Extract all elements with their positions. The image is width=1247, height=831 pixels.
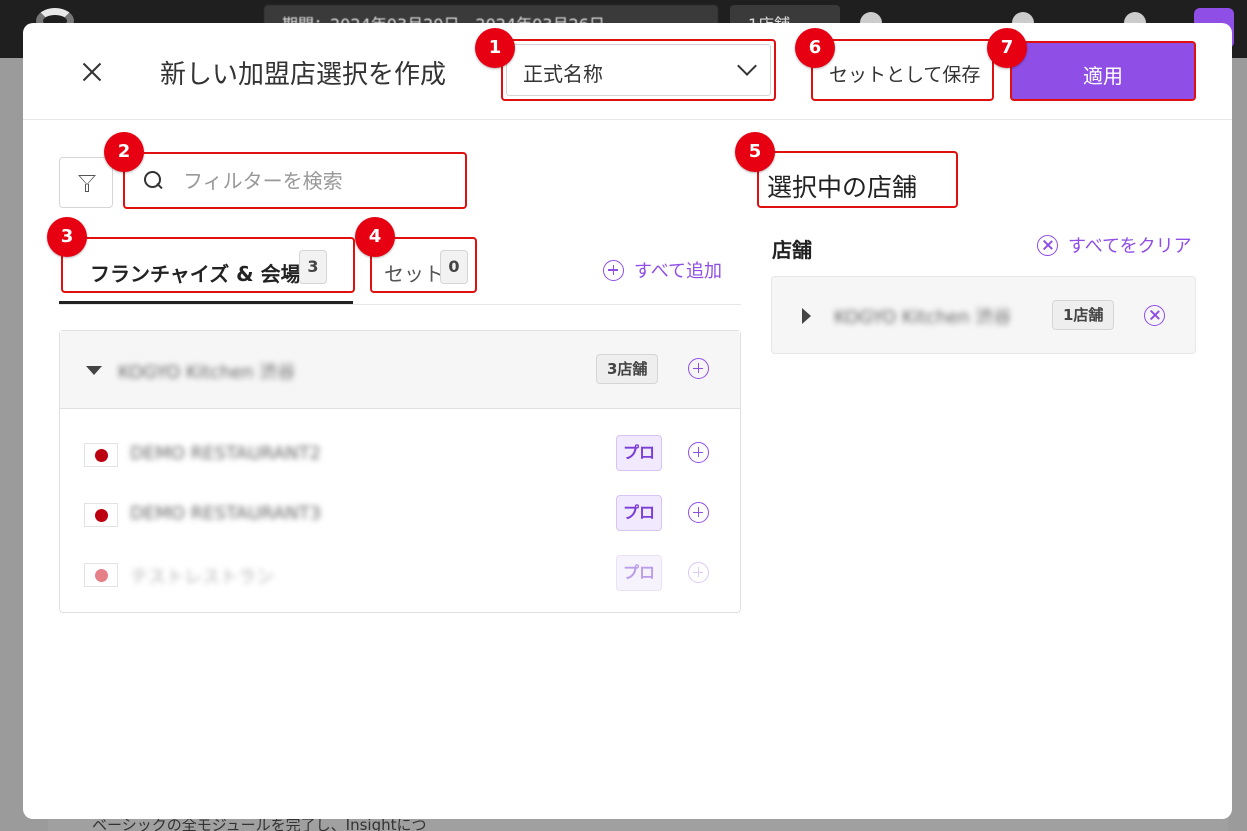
- name-format-select-value: 正式名称: [523, 62, 603, 86]
- tab-sets-count: 0: [440, 250, 468, 284]
- stores-heading: 店舗: [772, 238, 812, 262]
- tab-sets-label: セット: [384, 262, 444, 286]
- caret-down-icon[interactable]: [86, 366, 102, 375]
- apply-button[interactable]: 適用: [1010, 41, 1196, 101]
- add-all-button[interactable]: すべて追加: [603, 257, 723, 282]
- franchise-group-card: KOGYO Kitchen 渋谷 3店舗 DEMO RESTAURANT2 プロ…: [59, 330, 741, 613]
- modal-header: 新しい加盟店選択を作成 正式名称 セットとして保存 適用: [23, 23, 1232, 120]
- x-circle-icon: [1037, 234, 1058, 256]
- x-circle-icon: [1144, 305, 1165, 326]
- caret-right-icon[interactable]: [802, 308, 811, 324]
- plus-circle-icon: [688, 562, 709, 583]
- tab-franchise-venue[interactable]: フランチャイズ & 会場 3: [61, 237, 355, 293]
- search-icon: [144, 171, 162, 189]
- japan-flag-icon: [84, 443, 118, 467]
- clear-all-label: すべてをクリア: [1068, 236, 1192, 257]
- modal-title: 新しい加盟店選択を作成: [160, 60, 447, 90]
- name-format-select[interactable]: 正式名称: [501, 39, 776, 101]
- filter-icon-inner: [80, 176, 94, 184]
- annotation-marker-2: 2: [104, 132, 144, 172]
- annotation-marker-6: 6: [795, 28, 835, 68]
- annotation-marker-4: 4: [355, 217, 395, 257]
- japan-flag-icon: [84, 503, 118, 527]
- tab-franchise-venue-count: 3: [299, 250, 327, 284]
- selected-store-name: KOGYO Kitchen 渋谷: [834, 307, 1012, 328]
- annotation-marker-5: 5: [735, 132, 775, 172]
- japan-flag-icon: [84, 563, 118, 587]
- filter-icon-stem: [85, 184, 89, 192]
- plan-badge: プロ: [616, 435, 662, 471]
- filter-button[interactable]: [59, 157, 113, 208]
- plus-circle-icon: [688, 442, 709, 463]
- apply-label: 適用: [1083, 64, 1123, 88]
- franchise-group-name: KOGYO Kitchen 渋谷: [118, 362, 296, 383]
- plus-circle-icon: [603, 259, 624, 281]
- add-all-label: すべて追加: [634, 261, 723, 282]
- venue-name: テストレストラン: [130, 567, 274, 588]
- filter-search-input[interactable]: [183, 166, 453, 196]
- tab-franchise-venue-label: フランチャイズ & 会場: [90, 262, 301, 286]
- merchant-selection-modal: 新しい加盟店選択を作成 正式名称 セットとして保存 適用 フランチャイズ & 会…: [23, 23, 1232, 819]
- franchise-group-store-count: 3店舗: [596, 354, 659, 384]
- save-as-set-label: セットとして保存: [829, 64, 981, 86]
- plan-badge: プロ: [616, 495, 662, 531]
- venue-name: DEMO RESTAURANT2: [130, 443, 322, 464]
- tabs-divider: [59, 304, 741, 305]
- annotation-marker-1: 1: [475, 28, 515, 68]
- plus-circle-icon: [688, 502, 709, 523]
- selected-store-item: KOGYO Kitchen 渋谷 1店舗: [771, 276, 1196, 354]
- add-group-button[interactable]: [688, 358, 709, 379]
- franchise-group-header: KOGYO Kitchen 渋谷 3店舗: [60, 331, 740, 409]
- selected-stores-title: 選択中の店舗: [767, 173, 918, 202]
- plus-circle-icon: [688, 358, 709, 379]
- filter-search-box: [123, 152, 467, 209]
- save-as-set-button[interactable]: セットとして保存: [811, 39, 994, 101]
- add-venue-button[interactable]: [688, 502, 709, 523]
- add-venue-button[interactable]: [688, 442, 709, 463]
- venue-name: DEMO RESTAURANT3: [130, 503, 322, 524]
- plan-badge: プロ: [616, 555, 662, 591]
- selected-store-count: 1店舗: [1052, 300, 1115, 330]
- selected-stores-title-box: 選択中の店舗: [757, 151, 958, 208]
- add-venue-button-disabled: [688, 562, 709, 583]
- remove-selected-store-button[interactable]: [1144, 305, 1165, 326]
- annotation-marker-3: 3: [47, 217, 87, 257]
- annotation-marker-7: 7: [987, 28, 1027, 68]
- clear-all-button[interactable]: すべてをクリア: [1037, 232, 1192, 258]
- close-icon[interactable]: [77, 57, 107, 87]
